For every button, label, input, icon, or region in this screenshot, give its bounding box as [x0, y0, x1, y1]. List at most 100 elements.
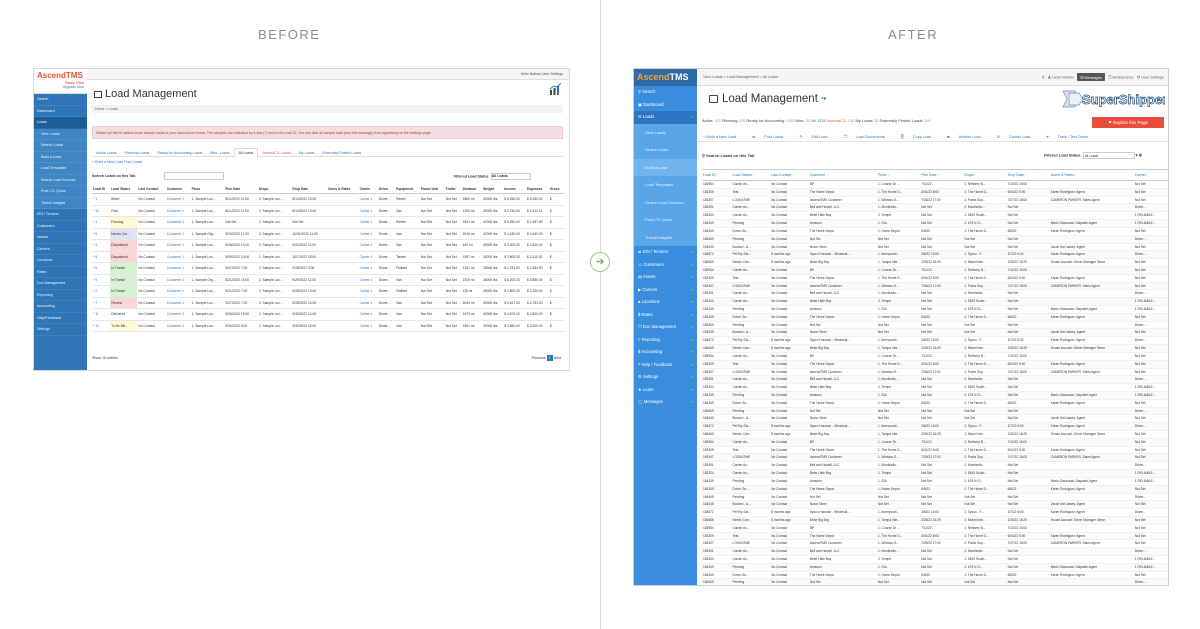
after-column-header[interactable]: Carrier ↕	[1133, 169, 1168, 181]
after-column-header[interactable]: Users & Rates ↕	[1049, 169, 1134, 181]
after-table-row[interactable]: 184369 Driver Ge... No Contact The Home Dep…	[702, 485, 1168, 494]
after-table-row[interactable]: 183954 Carrier As... No Contact BP 1. Course…	[702, 352, 1168, 361]
before-nav-item[interactable]: Post LTL Quote	[34, 186, 87, 198]
before-tab[interactable]: Planning Loads	[121, 149, 154, 157]
before-nav-item[interactable]: Build a Load	[34, 151, 87, 163]
before-nav-item[interactable]: Locations	[34, 255, 87, 267]
before-table-row[interactable]: * 9 In Transit No Contact Customer 1 1. Samp…	[92, 274, 564, 286]
toolbar-action[interactable]: ⎘ Copy Load	[901, 135, 939, 139]
after-nav-item[interactable]: Build a Load	[634, 158, 697, 176]
after-table-row[interactable]: 184369 Driver Ge... No Contact The Home Dep…	[702, 571, 1168, 580]
after-nav-item[interactable]: ⚲ Search	[634, 86, 697, 99]
after-table-row[interactable]: 183491 Carrier As... No Contact Bell and Ho…	[702, 461, 1168, 471]
after-nav-item[interactable]: ⚙ Settings ›	[634, 371, 697, 384]
before-nav-item[interactable]: Help/Feedback	[34, 313, 87, 324]
before-nav-item[interactable]: Settings	[34, 324, 87, 336]
before-tab[interactable]: All Loads	[233, 148, 259, 158]
before-nav-item[interactable]: Customers	[34, 221, 87, 232]
after-table-row[interactable]: 183491 Carrier As... No Contact Bell and Ho…	[702, 203, 1168, 213]
after-table-row[interactable]: 184569 Pending No Contact Not Set Not Set Not…	[702, 493, 1168, 502]
before-column-header[interactable]: Driver	[377, 185, 396, 194]
before-table-row[interactable]: * 8 Dispatched No Contact Customer 1 1. Samp…	[92, 251, 564, 263]
after-column-header[interactable]: Drop Date ↕	[1006, 169, 1050, 181]
after-table-row[interactable]: 183324 Carrier As... No Contact Bebe Little…	[702, 211, 1168, 221]
after-nav-item[interactable]: ? Help / Feedback ›	[634, 359, 697, 372]
branches-dropdown[interactable]: ☰ All Branches	[1108, 76, 1134, 80]
after-table-row[interactable]: 184339 Pending No Contact Amazon 1. SIA Not S…	[702, 391, 1168, 400]
after-table-row[interactable]: 183309 Test No Contact The Home Depot 1. The…	[702, 274, 1168, 283]
after-table-row[interactable]: 183307 LOOKATME No Contact AscendTMS Custom…	[702, 196, 1168, 205]
before-page-link[interactable]: Previous	[532, 356, 546, 360]
before-tab[interactable]: Ready for Accounting Loads	[153, 149, 206, 157]
status-count-tab[interactable]: AscendLTL 135	[827, 118, 855, 123]
before-nav-item[interactable]: Assets	[34, 232, 87, 244]
user-settings-dropdown[interactable]: ⚙ User Settings	[1137, 76, 1164, 80]
before-column-header[interactable]: Users & Rates	[326, 185, 359, 194]
after-table-row[interactable]: 183309 Test No Contact The Home Depot 1. The…	[702, 188, 1168, 197]
after-table-row[interactable]: 184672 PetTrip Dis... 8 months ago Sysco Ho…	[702, 508, 1168, 517]
status-count-tab[interactable]: My Loads 35	[855, 118, 878, 123]
before-column-header[interactable]: Distance	[461, 185, 483, 194]
after-table-row[interactable]: 184665 Needs Carr... 8 months ago Bebe Big …	[702, 516, 1168, 525]
before-nav-item[interactable]: Reporting	[34, 290, 87, 301]
after-table-row[interactable]: 184369 Driver Ge... No Contact The Home Dep…	[702, 227, 1168, 236]
before-column-header[interactable]: Load Status	[110, 185, 138, 194]
after-table-row[interactable]: 184339 Pending No Contact Amazon 1. SIA Not S…	[702, 563, 1168, 572]
after-table-row[interactable]: 184635 Booked - A... No Contact Nucor Steel…	[702, 414, 1168, 424]
after-column-header[interactable]: Load Status ↕	[731, 169, 771, 181]
after-table-row[interactable]: 183324 Carrier As... No Contact Bebe Little…	[702, 383, 1168, 392]
before-column-header[interactable]: Carrier	[358, 185, 378, 194]
before-table-row[interactable]: * 2 In Transit No Contact Customer 1 1. Samp…	[92, 285, 564, 298]
after-nav-item[interactable]: Load Templates	[634, 176, 697, 194]
after-nav-item[interactable]: ● Locations ›	[634, 296, 697, 309]
after-table-row[interactable]: 183307 LOOKATME No Contact AscendTMS Custom…	[702, 539, 1168, 549]
before-user-menu[interactable]: Hello Nathan User Settings	[521, 72, 563, 76]
before-nav-item[interactable]: Search	[34, 94, 87, 106]
before-nav-item[interactable]: Transit Insights	[34, 197, 87, 209]
after-column-header[interactable]: Last Contact ↕	[770, 169, 809, 181]
before-nav-item[interactable]: Carriers	[34, 244, 87, 255]
after-nav-item[interactable]: ◯ Messages ›	[634, 396, 697, 409]
before-table-row[interactable]: * 7 Review No Contact Customer 1 1. Sample L…	[92, 297, 564, 309]
after-table-row[interactable]: 183324 Carrier As... No Contact Bebe Little…	[702, 297, 1168, 306]
before-nav-item[interactable]: Load Templates	[34, 163, 87, 175]
info-icon[interactable]: •▾	[821, 96, 826, 102]
before-tab[interactable]: Active Loads	[92, 149, 121, 157]
toolbar-action[interactable]: ⊘ Cancel Load	[997, 135, 1039, 139]
after-table-row[interactable]: 184672 PetTrip Dis... 8 months ago Sysco Ho…	[702, 250, 1168, 260]
search-icon[interactable]: ⚲	[1042, 76, 1045, 80]
after-table-row[interactable]: 183309 Test No Contact The Home Depot 1. The…	[702, 532, 1168, 541]
after-table-row[interactable]: 184569 Pending No Contact Not Set Not Set Not…	[702, 407, 1168, 416]
after-table-row[interactable]: 184635 Booked - A... No Contact Nucor Steel…	[702, 500, 1168, 510]
after-nav-item[interactable]: ☰ Loads ›	[634, 111, 697, 124]
before-tab[interactable]: Misc. Loads	[206, 149, 233, 157]
before-nav-item[interactable]: Doc Management	[34, 278, 87, 290]
toolbar-action[interactable]: ⇆ Post Loads	[752, 135, 791, 139]
before-search-input[interactable]	[164, 172, 224, 180]
before-table-row[interactable]: * 12 To Be Bill... No Contact Customer 2 1. …	[92, 320, 564, 332]
after-table-row[interactable]: 183324 Carrier As... No Contact Bebe Little…	[702, 469, 1168, 478]
after-table-row[interactable]: 184369 Driver Ge... No Contact The Home Dep…	[702, 313, 1168, 322]
after-table-row[interactable]: 183307 LOOKATME No Contact AscendTMS Custom…	[702, 282, 1168, 291]
after-table-row[interactable]: 183309 Test No Contact The Home Depot 1. The…	[702, 360, 1168, 369]
toolbar-action[interactable]: + Build a New Load	[703, 135, 744, 139]
after-table-row[interactable]: 183307 LOOKATME No Contact AscendTMS Custom…	[702, 368, 1168, 377]
after-table-row[interactable]: 184339 Pending No Contact Amazon 1. SIA Not S…	[702, 219, 1168, 228]
toolbar-action[interactable]: ⌖ Track / Text Driver	[1046, 135, 1096, 139]
after-nav-item[interactable]: Search Load Sources	[634, 193, 697, 211]
after-table-row[interactable]: 184569 Pending No Contact Not Set Not Set Not…	[702, 235, 1168, 244]
before-column-header[interactable]: Pick Date	[224, 185, 258, 194]
status-count-tab[interactable]: Externally Posted Loads 205	[880, 118, 931, 123]
after-nav-item[interactable]: ❐ Doc Management ›	[634, 321, 697, 334]
status-count-tab[interactable]: Misc. 35	[796, 118, 811, 123]
after-table-row[interactable]: 184569 Pending No Contact Not Set Not Set Not…	[702, 578, 1168, 585]
after-table-row[interactable]: 184339 Pending No Contact Amazon 1. SIA Not S…	[702, 305, 1168, 314]
hello-user[interactable]: Hello Nathan	[1052, 76, 1074, 80]
before-table-row[interactable]: * 4 Pending No Contact Customer 1 1. Sample …	[92, 216, 564, 229]
before-table-row[interactable]: * 3 Dispatched No Contact Customer 1 1. Samp…	[92, 239, 564, 252]
before-column-header[interactable]: Last Contact	[137, 185, 166, 194]
after-nav-item[interactable]: $ Rates ›	[634, 309, 697, 322]
before-nav-item[interactable]: Search Load Sources	[34, 174, 87, 186]
after-table-row[interactable]: 184672 PetTrip Dis... 8 months ago Sysco Ho…	[702, 336, 1168, 346]
after-table-row[interactable]: 184665 Needs Carr... 8 months ago Bebe Big …	[702, 430, 1168, 439]
